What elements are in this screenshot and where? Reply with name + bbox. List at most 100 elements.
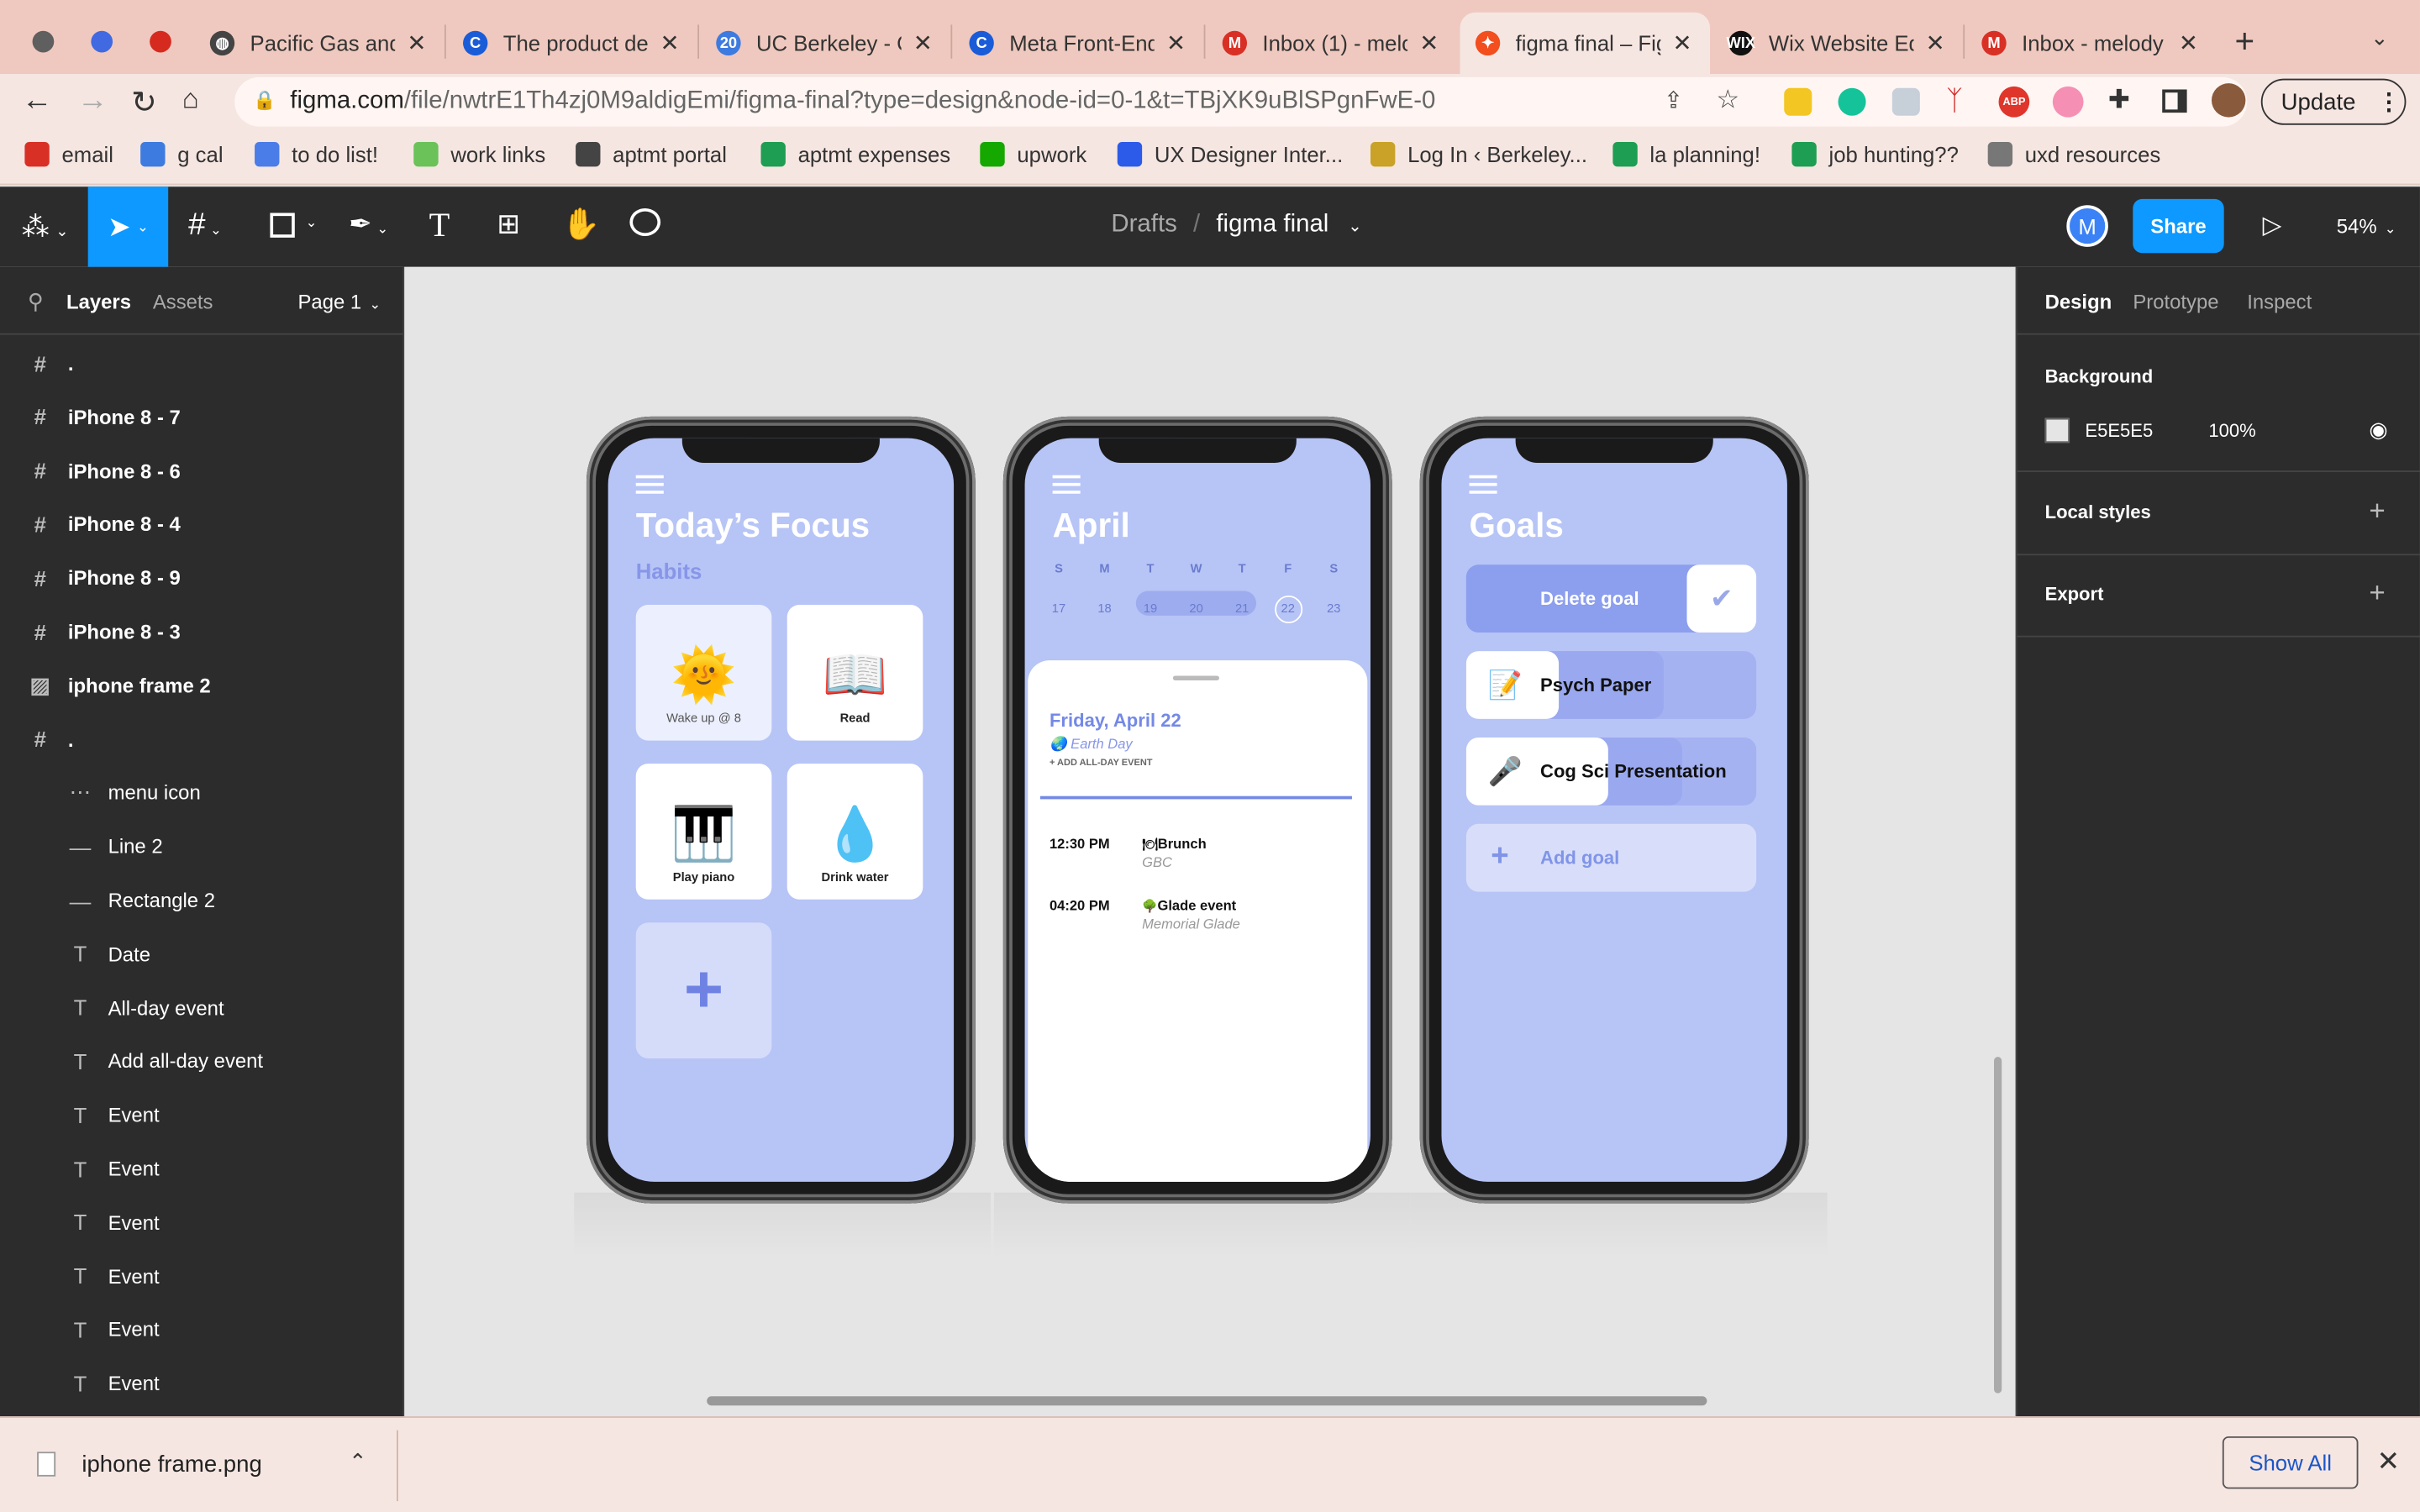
frame-tool-icon[interactable]: # ⌄ [188, 208, 222, 244]
iphone-frame-focus[interactable]: Today’s Focus Habits 🌞 Wake up @ 8 📖 Read … [586, 416, 976, 1204]
layer-item[interactable]: — Rectangle 2 [0, 874, 404, 927]
habit-card-read[interactable]: 📖 Read [786, 604, 923, 741]
layer-item[interactable]: #. [0, 336, 404, 390]
text-tool-icon[interactable]: T [429, 205, 450, 245]
profile-avatar[interactable] [2211, 83, 2246, 118]
close-tab-icon[interactable]: ✕ [1164, 29, 1188, 57]
habit-card-wake[interactable]: 🌞 Wake up @ 8 [635, 604, 772, 741]
calendar-date[interactable]: 20 [1182, 596, 1210, 623]
browser-tab[interactable]: C The product de ✕ [448, 13, 698, 74]
close-tab-icon[interactable]: ✕ [911, 29, 935, 57]
layer-item[interactable]: T Event [0, 1357, 404, 1410]
tab-assets[interactable]: Assets [153, 290, 213, 313]
calendar-date[interactable]: 17 [1044, 596, 1072, 623]
maximize-window-button[interactable] [150, 30, 171, 53]
layer-item[interactable]: # iPhone 8 - 3 [0, 605, 404, 659]
figma-menu-icon[interactable]: ⁂ ⌄ [22, 212, 69, 244]
close-window-button[interactable] [32, 30, 55, 53]
vertical-scrollbar[interactable] [1994, 1057, 2002, 1394]
share-button[interactable]: Share [2133, 198, 2224, 254]
bookmark-item[interactable]: to do list! [255, 141, 378, 167]
tab-search-icon[interactable]: ⌄ [2370, 24, 2389, 50]
pen-tool-icon[interactable]: ✒ ⌄ [349, 208, 388, 241]
search-icon[interactable]: ⚲ [28, 288, 44, 314]
menu-icon[interactable] [1052, 475, 1081, 494]
iphone-frame-calendar[interactable]: April S 17 M 18 T 19 W 20 T 21 F 22 S 23 Friday, Apri… [1002, 416, 1392, 1204]
tab-design[interactable]: Design [2045, 290, 2112, 313]
browser-tab[interactable]: ✦ figma final – Fig ✕ [1460, 12, 1711, 75]
event-item[interactable]: 🍽Brunch [1142, 836, 1207, 851]
close-tab-icon[interactable]: ✕ [2176, 29, 2201, 57]
user-avatar[interactable]: M [2066, 205, 2108, 247]
delete-goal-row[interactable]: Delete goal ✔ [1465, 564, 1757, 633]
browser-tab[interactable]: C Meta Front-End ✕ [954, 13, 1204, 74]
present-play-icon[interactable]: ▷ [2263, 210, 2282, 241]
layer-item[interactable]: ▨ iphone frame 2 [0, 659, 404, 712]
reload-icon[interactable]: ↻ [131, 83, 157, 122]
eye-icon[interactable]: ◉ [2369, 417, 2387, 443]
bookmark-item[interactable]: uxd resources [1987, 141, 2160, 167]
layer-item[interactable]: #. [0, 712, 404, 766]
layer-item[interactable]: — Line 2 [0, 820, 404, 874]
close-tab-icon[interactable]: ✕ [404, 29, 429, 57]
bookmark-item[interactable]: email [24, 141, 113, 167]
layer-item[interactable]: T Event [0, 1303, 404, 1357]
shape-tool-icon[interactable] [270, 213, 295, 238]
breadcrumb-drafts[interactable]: Drafts [1111, 212, 1176, 238]
extensions-puzzle-icon[interactable]: ✚ [2108, 85, 2130, 116]
calendar-date[interactable]: 18 [1091, 596, 1118, 623]
move-tool-button[interactable]: ➤ ⌄ [87, 186, 169, 267]
close-tab-icon[interactable]: ✕ [1670, 29, 1694, 57]
tab-inspect[interactable]: Inspect [2247, 290, 2312, 313]
share-page-icon[interactable]: ⇪ [1664, 87, 1683, 114]
download-filename[interactable]: iphone frame.png [82, 1452, 261, 1478]
layer-item[interactable]: T Event [0, 1142, 404, 1195]
close-tab-icon[interactable]: ✕ [657, 29, 681, 57]
resources-icon[interactable]: ⊞ [497, 208, 520, 241]
menu-icon[interactable] [635, 475, 664, 494]
page-selector[interactable]: Page 1 ⌄ [297, 290, 381, 313]
bookmark-item[interactable]: UX Designer Inter... [1117, 141, 1343, 167]
layer-item[interactable]: # iPhone 8 - 4 [0, 497, 404, 551]
sheet-handle[interactable] [1172, 675, 1219, 680]
bookmark-item[interactable]: work links [413, 141, 545, 167]
bookmark-item[interactable]: aptmt portal [576, 141, 727, 167]
browser-tab[interactable]: ◍ Pacific Gas and ✕ [194, 13, 445, 74]
file-name[interactable]: figma final [1216, 212, 1328, 238]
calendar-date[interactable]: 19 [1137, 596, 1165, 623]
extension-bull-icon[interactable]: ᛉ [1946, 85, 1963, 118]
bookmark-star-icon[interactable]: ☆ [1716, 85, 1739, 116]
background-opacity[interactable]: 100% [2208, 420, 2255, 442]
tab-prototype[interactable]: Prototype [2133, 290, 2218, 313]
extension-lightbulb-icon[interactable] [1784, 87, 1812, 116]
habit-card-piano[interactable]: 🎹 Play piano [635, 764, 772, 900]
goal-row[interactable]: 🎤 Cog Sci Presentation [1465, 737, 1757, 806]
layer-item[interactable]: # iPhone 8 - 6 [0, 444, 404, 497]
extension-grammarly-icon[interactable] [1838, 87, 1866, 116]
menu-icon[interactable] [1469, 475, 1497, 494]
calendar-date[interactable]: 22 [1274, 595, 1302, 624]
browser-tab[interactable]: M Inbox - melody ✕ [1966, 13, 2217, 74]
browser-tab[interactable]: M Inbox (1) - melo ✕ [1207, 13, 1457, 74]
design-canvas[interactable]: Today’s Focus Habits 🌞 Wake up @ 8 📖 Read … [404, 266, 2016, 1417]
calendar-date[interactable]: 21 [1228, 596, 1256, 623]
browser-tab[interactable]: 20 UC Berkeley - C ✕ [701, 13, 951, 74]
extension-pig-icon[interactable] [2052, 86, 2084, 118]
layer-item[interactable]: T All-day event [0, 980, 404, 1034]
layer-item[interactable]: ⋯ menu icon [0, 766, 404, 820]
close-tab-icon[interactable]: ✕ [1417, 29, 1441, 57]
bookmark-item[interactable]: la planning! [1612, 141, 1760, 167]
sidepanel-icon[interactable] [2162, 89, 2187, 113]
back-icon[interactable]: ← [22, 83, 53, 118]
layer-item[interactable]: T Date [0, 927, 404, 980]
horizontal-scrollbar[interactable] [707, 1396, 1707, 1406]
tab-layers[interactable]: Layers [66, 290, 131, 313]
extension-adblock-icon[interactable]: ABP [1998, 86, 2030, 118]
layer-item[interactable]: T Event [0, 1195, 404, 1249]
show-all-button[interactable]: Show All [2222, 1436, 2359, 1489]
address-bar[interactable]: 🔒 figma.com/file/nwtrE1Th4zj0M9aldigEmi/… [234, 76, 2248, 127]
close-tab-icon[interactable]: ✕ [1923, 29, 1948, 57]
layer-item[interactable]: T Event [0, 1249, 404, 1303]
layer-item[interactable]: T Add all-day event [0, 1034, 404, 1088]
calendar-date[interactable]: 23 [1320, 596, 1348, 623]
